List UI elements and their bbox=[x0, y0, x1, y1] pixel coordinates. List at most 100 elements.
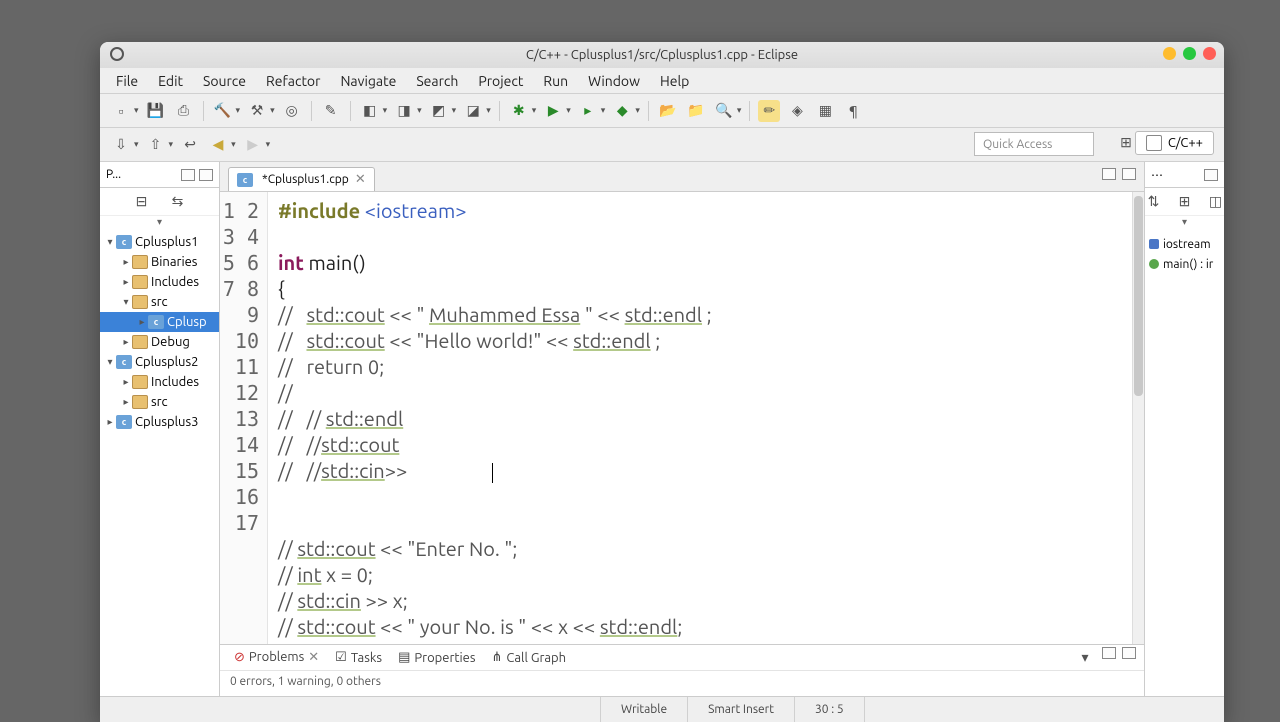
titlebar[interactable]: C/C++ - Cplusplus1/src/Cplusplus1.cpp - … bbox=[100, 42, 1224, 68]
tab-filename: *Cplusplus1.cpp bbox=[262, 173, 349, 186]
problems-summary: 0 errors, 1 warning, 0 others bbox=[220, 671, 1144, 692]
run-last-icon[interactable]: ▸ bbox=[577, 100, 599, 122]
close-button[interactable] bbox=[1203, 47, 1216, 60]
menu-search[interactable]: Search bbox=[406, 70, 468, 92]
close-tab-icon[interactable]: ✕ bbox=[355, 172, 366, 187]
prev-annotation-icon[interactable]: ⇧ bbox=[145, 134, 167, 156]
outline-title: ⋯ bbox=[1151, 168, 1163, 182]
sort-icon[interactable]: ⇅ bbox=[1145, 191, 1162, 213]
tree-item-cplusplus2[interactable]: ▾cCplusplus2 bbox=[100, 352, 219, 372]
profile-icon[interactable]: ◆ bbox=[611, 100, 633, 122]
tree-item-cplusplus3[interactable]: ▸cCplusplus3 bbox=[100, 412, 219, 432]
maximize-bottom-icon[interactable] bbox=[1122, 647, 1136, 659]
print-icon[interactable]: ⎙ bbox=[173, 100, 195, 122]
outline-item-main[interactable]: main() : ir bbox=[1149, 254, 1220, 274]
perspective-button[interactable]: C/C++ bbox=[1135, 131, 1214, 155]
line-gutter: 1 2 3 4 5 6 7 8 9 10 11 12 13 14 15 16 1… bbox=[220, 192, 268, 644]
toolbar-main: ▫▾ 💾 ⎙ 🔨▾ ⚒▾ ◎ ✎ ◧▾ ◨▾ ◩▾ ◪▾ ✱▾ ▶▾ ▸▾ ◆▾… bbox=[100, 94, 1224, 128]
menu-file[interactable]: File bbox=[106, 70, 148, 92]
menu-project[interactable]: Project bbox=[468, 70, 533, 92]
maximize-button[interactable] bbox=[1183, 47, 1196, 60]
menu-source[interactable]: Source bbox=[193, 70, 256, 92]
menubar: File Edit Source Refactor Navigate Searc… bbox=[100, 68, 1224, 94]
tree-item-src[interactable]: ▸src bbox=[100, 392, 219, 412]
status-writable: Writable bbox=[600, 697, 687, 722]
explorer-toolbar: ⊟ ⇆ bbox=[100, 188, 219, 216]
status-insert-mode: Smart Insert bbox=[687, 697, 794, 722]
workbench-body: P... ⊟ ⇆ ▾ ▾cCplusplus1▸Binaries▸Include… bbox=[100, 162, 1224, 696]
cpp-file-icon: c bbox=[237, 173, 253, 187]
outline-item-include[interactable]: iostream bbox=[1149, 234, 1220, 254]
last-edit-icon[interactable]: ↩ bbox=[179, 134, 201, 156]
tab-properties[interactable]: ▤Properties bbox=[392, 647, 481, 668]
view-menu-icon[interactable]: ▾ bbox=[1074, 647, 1096, 669]
tree-item-debug[interactable]: ▸Debug bbox=[100, 332, 219, 352]
include-icon bbox=[1149, 239, 1159, 249]
maximize-view-icon[interactable] bbox=[199, 169, 213, 181]
scrollbar-thumb[interactable] bbox=[1134, 196, 1143, 396]
tree-item-binaries[interactable]: ▸Binaries bbox=[100, 252, 219, 272]
tree-item-includes[interactable]: ▸Includes bbox=[100, 372, 219, 392]
vertical-scrollbar[interactable] bbox=[1132, 192, 1144, 644]
save-icon[interactable]: 💾 bbox=[145, 100, 167, 122]
wand-icon[interactable]: ✎ bbox=[320, 100, 342, 122]
editor-tabbar: c *Cplusplus1.cpp ✕ bbox=[220, 162, 1144, 192]
tree-item-cplusplus1[interactable]: ▾cCplusplus1 bbox=[100, 232, 219, 252]
outline-tree[interactable]: iostream main() : ir bbox=[1145, 228, 1224, 696]
status-cursor-pos: 30 : 5 bbox=[794, 697, 864, 722]
build-all-icon[interactable]: ⚒ bbox=[246, 100, 268, 122]
search-icon[interactable]: 🔍 bbox=[713, 100, 735, 122]
open-task-icon[interactable]: 📁 bbox=[685, 100, 707, 122]
menu-edit[interactable]: Edit bbox=[148, 70, 193, 92]
menu-run[interactable]: Run bbox=[533, 70, 578, 92]
menu-refactor[interactable]: Refactor bbox=[256, 70, 330, 92]
next-annotation-icon[interactable]: ⇩ bbox=[110, 134, 132, 156]
filter-icon[interactable]: ⊞ bbox=[1176, 191, 1193, 213]
run-icon[interactable]: ▶ bbox=[542, 100, 564, 122]
minimize-view-icon[interactable] bbox=[181, 169, 195, 181]
hide-icon[interactable]: ◫ bbox=[1207, 191, 1224, 213]
menu-navigate[interactable]: Navigate bbox=[330, 70, 406, 92]
open-type-icon[interactable]: 📂 bbox=[657, 100, 679, 122]
new-file-icon[interactable]: ◩ bbox=[428, 100, 450, 122]
back-icon[interactable]: ◀ bbox=[207, 134, 229, 156]
tab-problems[interactable]: ⊘Problems ✕ bbox=[228, 647, 325, 669]
tree-item-includes[interactable]: ▸Includes bbox=[100, 272, 219, 292]
minimize-editor-icon[interactable] bbox=[1102, 168, 1116, 180]
tree-item-cplusp[interactable]: ▸cCplusp bbox=[100, 312, 219, 332]
target-icon[interactable]: ◎ bbox=[281, 100, 303, 122]
block-icon[interactable]: ▦ bbox=[814, 100, 836, 122]
collapse-all-icon[interactable]: ⊟ bbox=[131, 191, 153, 213]
toggle-mark-icon[interactable]: ✏ bbox=[758, 100, 780, 122]
editor-area: c *Cplusplus1.cpp ✕ 1 2 3 4 5 6 7 8 9 10… bbox=[220, 162, 1144, 696]
forward-icon[interactable]: ▶ bbox=[242, 134, 264, 156]
new-source-icon[interactable]: ◪ bbox=[462, 100, 484, 122]
project-tree[interactable]: ▾cCplusplus1▸Binaries▸Includes▾src▸cCplu… bbox=[100, 228, 219, 696]
code-content[interactable]: #include <iostream> int main() { // std:… bbox=[268, 192, 1144, 644]
new-folder-icon[interactable]: ◨ bbox=[393, 100, 415, 122]
menu-window[interactable]: Window bbox=[578, 70, 650, 92]
maximize-outline-icon[interactable] bbox=[1204, 169, 1218, 181]
debug-icon[interactable]: ✱ bbox=[508, 100, 530, 122]
menu-help[interactable]: Help bbox=[650, 70, 699, 92]
quick-access-input[interactable]: Quick Access bbox=[974, 132, 1094, 156]
editor-tab[interactable]: c *Cplusplus1.cpp ✕ bbox=[228, 167, 375, 191]
link-editor-icon[interactable]: ⇆ bbox=[167, 191, 189, 213]
open-perspective-icon[interactable]: ⊞ bbox=[1116, 132, 1136, 152]
minimize-bottom-icon[interactable] bbox=[1102, 647, 1116, 659]
minimize-button[interactable] bbox=[1163, 47, 1176, 60]
show-whitespace-icon[interactable]: ¶ bbox=[842, 100, 864, 122]
tree-item-src[interactable]: ▾src bbox=[100, 292, 219, 312]
tab-callgraph[interactable]: ⋔Call Graph bbox=[485, 647, 572, 668]
tab-tasks[interactable]: ☑Tasks bbox=[329, 647, 388, 668]
maximize-editor-icon[interactable] bbox=[1122, 168, 1136, 180]
code-editor[interactable]: 1 2 3 4 5 6 7 8 9 10 11 12 13 14 15 16 1… bbox=[220, 192, 1144, 644]
close-problems-icon[interactable]: ✕ bbox=[308, 650, 319, 665]
annotation-icon[interactable]: ◈ bbox=[786, 100, 808, 122]
window-controls bbox=[1163, 47, 1216, 60]
eclipse-window: C/C++ - Cplusplus1/src/Cplusplus1.cpp - … bbox=[100, 42, 1224, 722]
build-icon[interactable]: 🔨 bbox=[212, 100, 234, 122]
new-class-icon[interactable]: ◧ bbox=[359, 100, 381, 122]
explorer-header: P... bbox=[100, 162, 219, 188]
new-icon[interactable]: ▫ bbox=[110, 100, 132, 122]
